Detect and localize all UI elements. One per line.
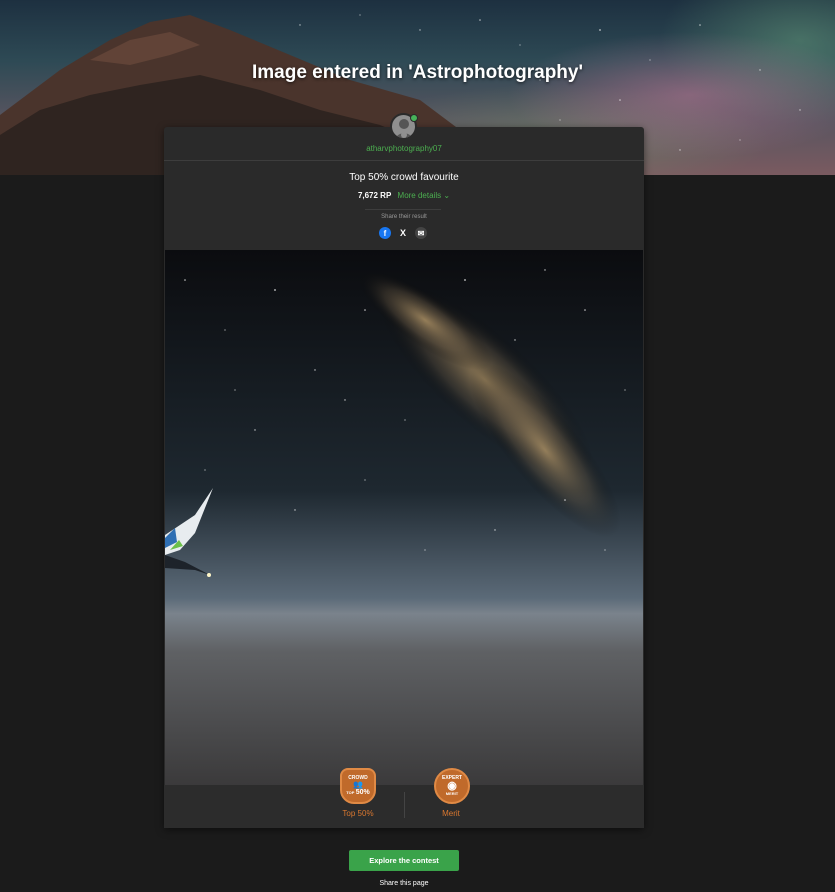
online-status-dot — [410, 114, 418, 122]
x-icon[interactable]: X — [397, 227, 409, 239]
crowd-badge-icon: CROWD 👥 TOP 50% — [340, 768, 376, 804]
badge-separator — [404, 792, 405, 818]
facebook-icon[interactable]: f — [379, 227, 391, 239]
rp-row: 7,672 RP More details ⌄ — [164, 191, 644, 200]
badge-label-crowd: Top 50% — [342, 809, 374, 818]
email-icon[interactable]: ✉ — [415, 227, 427, 239]
share-page-link[interactable]: Share this page — [349, 880, 459, 887]
badge-expert-bottom: MERIT — [445, 791, 459, 796]
share-label: Share their result — [381, 214, 427, 220]
share-icons: f X ✉ — [379, 227, 427, 239]
divider — [164, 160, 644, 161]
more-details-label: More details — [397, 191, 442, 200]
badge-crowd-pct: TOP 50% — [346, 789, 370, 796]
expert-badge-icon: EXPERT ◉ MERIT — [434, 768, 470, 804]
milky-way-photo — [165, 250, 643, 785]
badge-crowd-value: 50% — [355, 789, 370, 796]
badge-label-expert: Merit — [442, 809, 460, 818]
rp-value: 7,672 RP — [357, 191, 392, 200]
entry-photo[interactable] — [165, 250, 643, 785]
chevron-down-icon: ⌄ — [443, 191, 451, 200]
share-divider — [365, 209, 441, 210]
badge-crowd-mid: TOP — [346, 790, 355, 795]
more-details-link[interactable]: More details ⌄ — [398, 191, 451, 200]
people-icon: 👥 — [353, 780, 363, 789]
page-title: Image entered in 'Astrophotography' — [251, 62, 583, 83]
username-link[interactable]: atharvphotography07 — [164, 144, 644, 153]
result-title: Top 50% crowd favourite — [349, 172, 459, 183]
explore-contest-button[interactable]: Explore the contest — [349, 850, 459, 871]
